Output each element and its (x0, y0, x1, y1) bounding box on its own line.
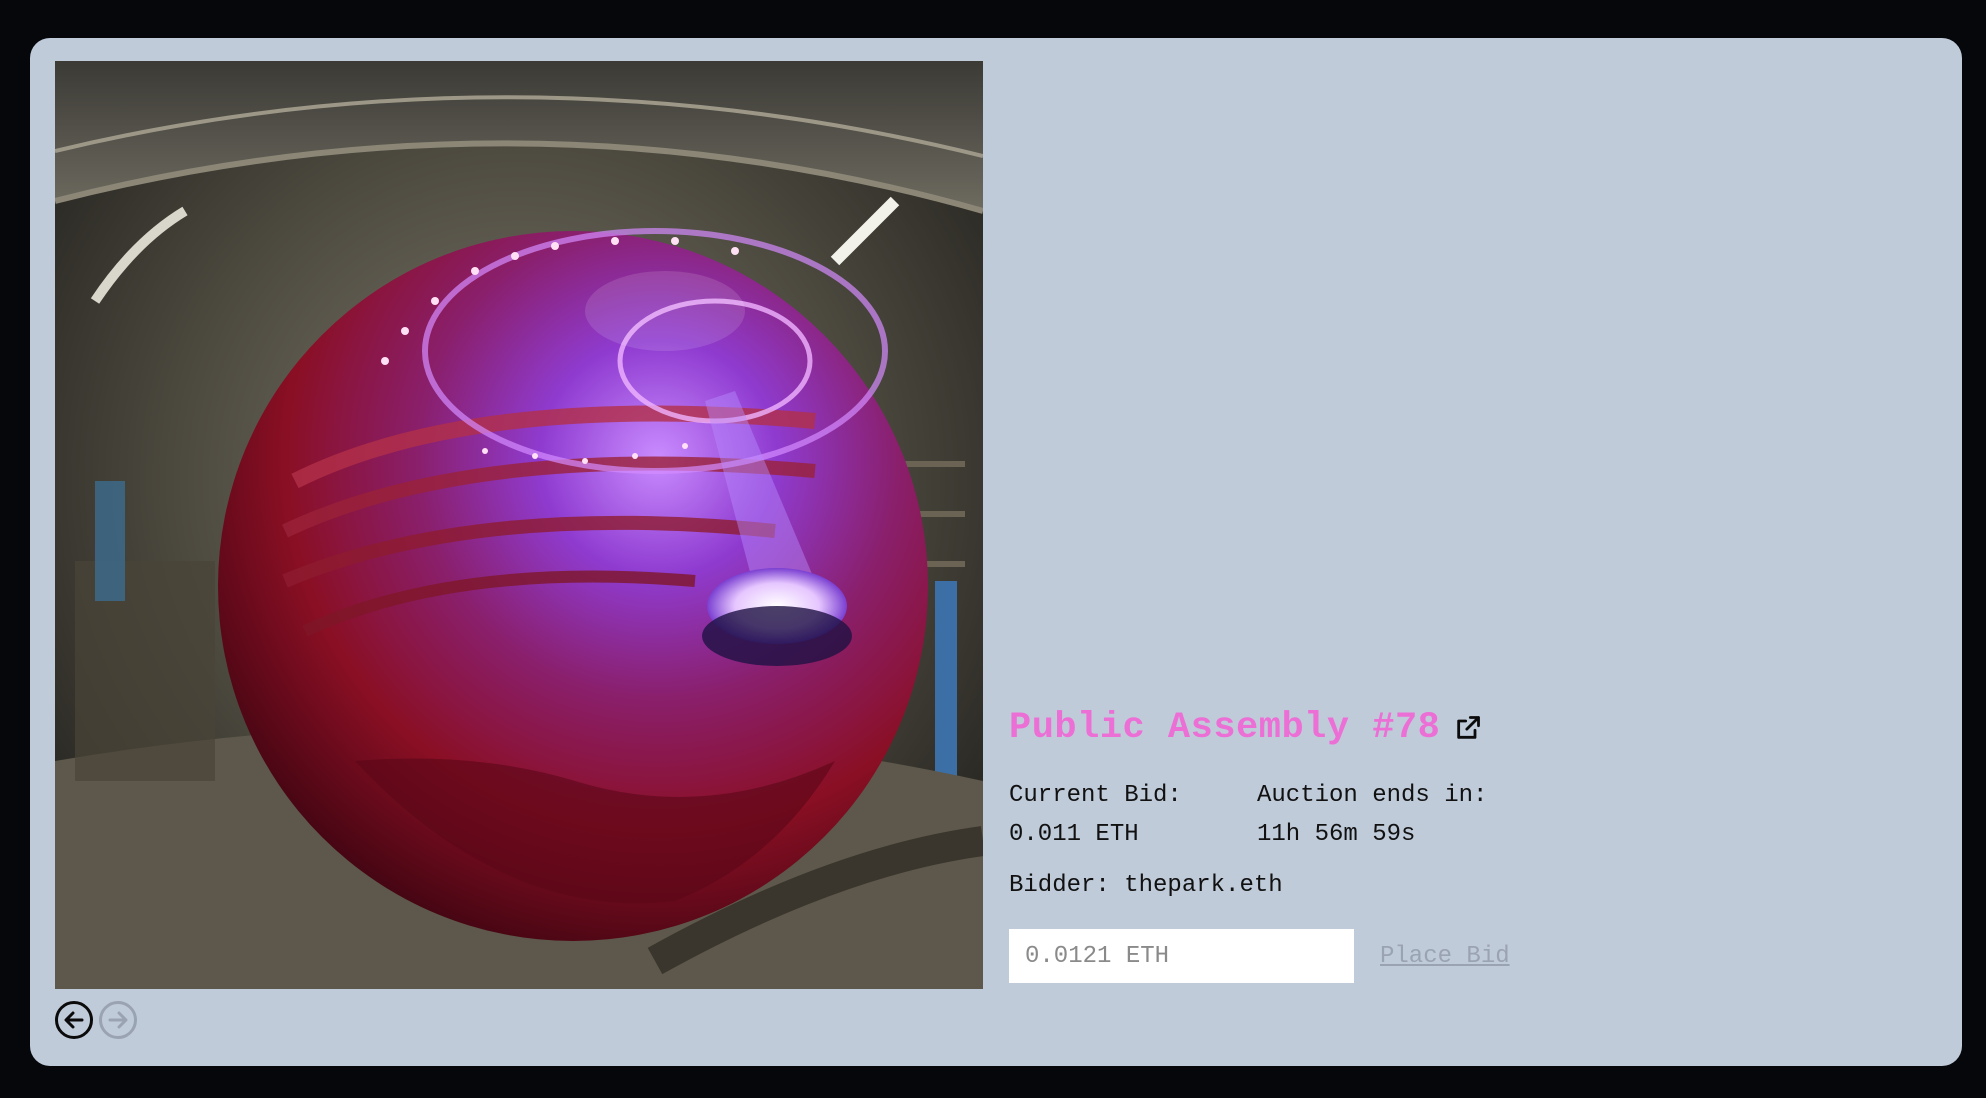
auction-ends-label: Auction ends in: (1257, 782, 1488, 809)
current-bid-label: Current Bid: (1009, 782, 1182, 809)
title-row: Public Assembly #78 (1009, 702, 1709, 754)
bid-form: Place Bid (1009, 929, 1709, 983)
external-link-icon (1457, 716, 1481, 739)
bid-amount-input[interactable] (1009, 929, 1354, 983)
nft-artwork-image (55, 61, 983, 989)
next-button[interactable] (99, 1001, 137, 1039)
artwork-navigation (55, 1001, 137, 1039)
previous-button[interactable] (55, 1001, 93, 1039)
auction-title: Public Assembly #78 (1009, 707, 1441, 749)
current-bid-stat: Current Bid: 0.011 ETH (1009, 776, 1257, 854)
external-link-button[interactable] (1454, 714, 1482, 742)
auction-card: Public Assembly #78 Current Bid: 0.011 E… (30, 38, 1962, 1066)
place-bid-button[interactable]: Place Bid (1380, 943, 1510, 970)
bidder-text: Bidder: thepark.eth (1009, 872, 1283, 899)
auction-end-stat: Auction ends in: 11h 56m 59s (1257, 776, 1505, 854)
auction-countdown: 11h 56m 59s (1257, 821, 1416, 848)
arrow-left-icon (64, 1011, 84, 1029)
auction-info-panel: Public Assembly #78 Current Bid: 0.011 E… (1009, 702, 1709, 983)
current-bid-value: 0.011 ETH (1009, 821, 1139, 848)
arrow-right-icon (108, 1011, 128, 1029)
auction-stats: Current Bid: 0.011 ETH Auction ends in: … (1009, 776, 1709, 854)
